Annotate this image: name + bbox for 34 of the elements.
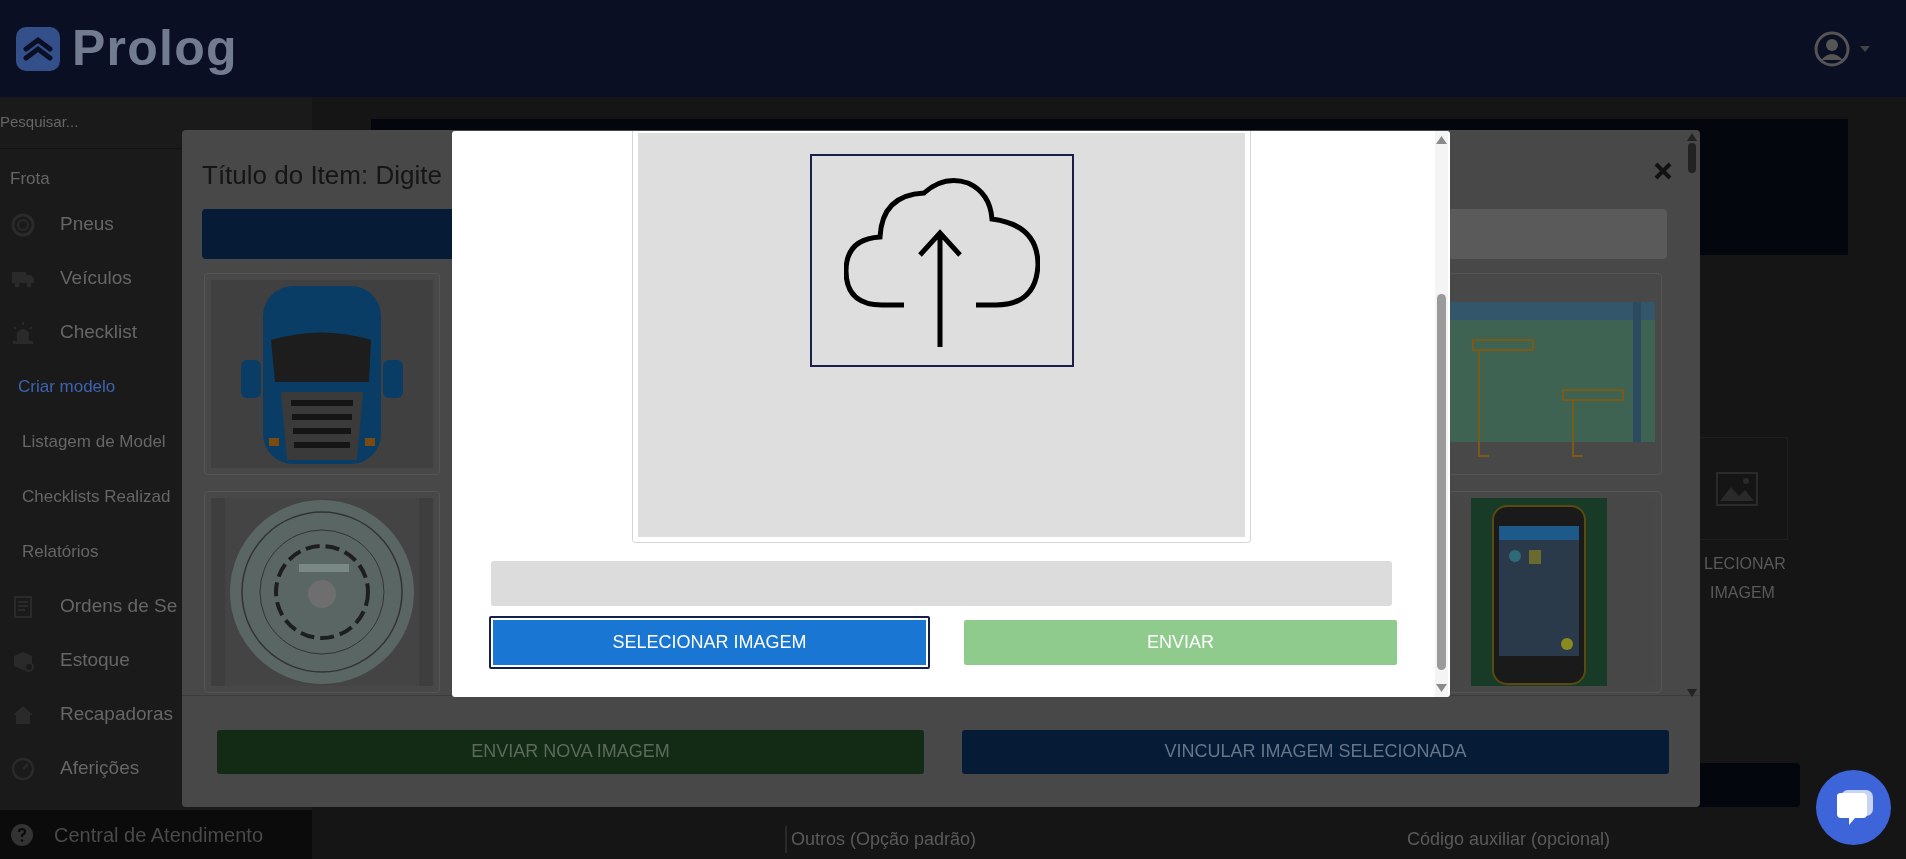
select-image-button[interactable]: SELECIONAR IMAGEM	[489, 616, 930, 669]
user-avatar-icon[interactable]	[1814, 30, 1850, 67]
menu-item[interactable]: Checklist	[60, 318, 138, 347]
menu-item[interactable]: Ordens de Se	[60, 592, 178, 621]
scrollbar-thumb[interactable]	[1688, 143, 1696, 173]
scroll-up-icon[interactable]	[1687, 133, 1697, 141]
close-icon[interactable]	[1654, 162, 1672, 180]
section-heading: Frota	[9, 168, 50, 190]
menu-item[interactable]: Estoque	[60, 646, 130, 675]
submenu-item[interactable]: Checklists Realizad	[22, 469, 171, 525]
field-label: Outros (Opção padrão)	[785, 826, 977, 853]
scroll-down-icon[interactable]	[1436, 684, 1447, 692]
submenu-item[interactable]: Criar modelo	[18, 359, 116, 415]
button-label: IMAGEM	[1709, 583, 1775, 603]
field-label: Código auxiliar (opcional)	[1407, 828, 1611, 851]
scroll-up-icon[interactable]	[1436, 136, 1447, 144]
menu-item[interactable]: Veículos	[60, 264, 132, 293]
help-icon	[10, 822, 34, 847]
caret-icon[interactable]	[1860, 45, 1870, 52]
submenu-item[interactable]: Relatórios	[22, 524, 99, 580]
search-field[interactable]: Pesquisar...	[0, 111, 300, 134]
link-image-button[interactable]: VINCULAR IMAGEM SELECIONADA	[962, 729, 1669, 774]
button-label: LECIONAR	[1704, 554, 1786, 574]
menu-item[interactable]: Recapadoras	[60, 700, 174, 729]
logo-text: Prolog	[72, 19, 238, 78]
menu-item[interactable]: Aferições	[60, 754, 140, 783]
chat-icon	[1834, 789, 1873, 826]
image-dropzone[interactable]	[632, 131, 1251, 543]
logo-icon	[16, 26, 60, 71]
menu-item[interactable]: Pneus	[60, 210, 114, 239]
scrollbar-thumb[interactable]	[1437, 294, 1446, 670]
send-new-image-button[interactable]: ENVIAR NOVA IMAGEM	[217, 729, 924, 774]
scroll-down-icon[interactable]	[1687, 689, 1697, 697]
submenu-item[interactable]: Listagem de Model	[22, 414, 166, 470]
